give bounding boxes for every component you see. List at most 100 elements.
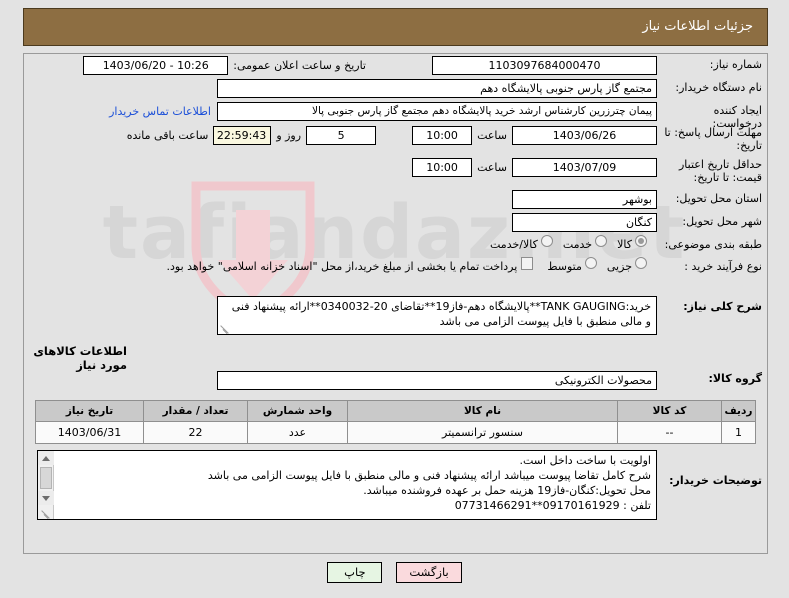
- response-deadline-date-input[interactable]: 1403/06/26: [512, 126, 657, 145]
- checkbox-islamic-treasury-bonds[interactable]: [521, 257, 534, 270]
- label-buyer-notes: توضیحات خریدار:: [669, 474, 762, 487]
- print-button[interactable]: چاپ: [327, 562, 383, 583]
- general-description-text: خرید:TANK GAUGING**پالایشگاه دهم-فاز19**…: [231, 300, 651, 328]
- price-validity-time-input[interactable]: 10:00: [412, 158, 473, 177]
- label-process-type: نوع فرآیند خرید :: [684, 260, 762, 273]
- buyer-notes-line-2: شرح کامل تقاضا پیوست میباشد ارائه پیشنها…: [207, 469, 651, 482]
- cell-need-date: 1403/06/31: [35, 421, 144, 444]
- field-buyer-org: مجتمع گاز پارس جنوبی پالایشگاه دهم: [24, 77, 657, 98]
- label-remaining: ساعت باقی مانده: [126, 129, 209, 142]
- buyer-notes-line-3: محل تحویل:کنگان-فاز19 هزینه حمل بر عهده …: [363, 484, 651, 497]
- label-need-number: شماره نیاز:: [709, 58, 762, 71]
- col-header-row-no: ردیف: [721, 400, 756, 422]
- label-general-description: شرح کلی نیاز:: [683, 300, 762, 313]
- need-number-input[interactable]: 1103097684000470: [432, 56, 657, 75]
- details-panel: شماره نیاز: 1103097684000470 تاریخ و ساع…: [23, 53, 768, 554]
- cell-qty: 22: [143, 421, 248, 444]
- notes-resize-grip-icon[interactable]: [40, 508, 50, 519]
- col-header-name: نام کالا: [347, 400, 618, 422]
- radio-classification-goods-service[interactable]: [540, 235, 553, 247]
- requester-input[interactable]: پیمان چترزرین کارشناس ارشد خرید پالایشگا…: [217, 102, 657, 121]
- table-row[interactable]: 1 -- سنسور ترانسمیتر عدد 22 1403/06/31: [35, 421, 756, 444]
- row-need-number: شماره نیاز: 1103097684000470 تاریخ و ساع…: [24, 54, 767, 77]
- cell-row-no: 1: [721, 421, 756, 444]
- label-days-separator: روز و: [276, 129, 302, 142]
- button-bar: بازگشت چاپ: [0, 562, 789, 583]
- row-goods-section-title: اطلاعات کالاهای مورد نیاز: [24, 344, 767, 372]
- label-classification: طبقه بندی موضوعی:: [664, 238, 762, 251]
- buyer-notes-line-4: تلفن : 09170161929**07731466291: [454, 499, 651, 512]
- row-buyer-notes: توضیحات خریدار: اولویت با ساخت داخل است.…: [24, 444, 767, 522]
- radio-process-minor[interactable]: [635, 257, 647, 269]
- field-classification: کالا خدمت کالا/خدمت: [24, 234, 657, 254]
- col-header-unit: واحد شمارش: [247, 400, 348, 422]
- field-buyer-notes: اولویت با ساخت داخل است. شرح کامل تقاضا …: [24, 448, 657, 520]
- goods-table-header-row: ردیف کد کالا نام کالا واحد شمارش تعداد /…: [35, 400, 756, 422]
- goods-group-input[interactable]: محصولات الکترونیکی: [217, 371, 657, 390]
- label-response-deadline: مهلت ارسال پاسخ: تا تاریخ:: [664, 126, 762, 152]
- radio-label-classification-goods: کالا: [617, 238, 632, 251]
- field-goods-group: محصولات الکترونیکی: [24, 368, 657, 390]
- label-buyer-org: نام دستگاه خریدار:: [675, 81, 762, 94]
- label-province: استان محل تحویل:: [675, 192, 762, 205]
- row-goods-group: گروه کالا: محصولات الکترونیکی: [24, 368, 767, 394]
- field-city: کنگان: [24, 211, 657, 232]
- label-deadline-time: ساعت: [477, 129, 507, 142]
- field-price-validity: 1403/07/09 ساعت 10:00: [24, 156, 657, 177]
- resize-grip-icon[interactable]: [219, 323, 229, 334]
- buyer-contact-link[interactable]: اطلاعات تماس خریدار: [103, 102, 217, 121]
- row-general-description: شرح کلی نیاز: خرید:TANK GAUGING**پالایشگ…: [24, 288, 767, 340]
- radio-classification-goods[interactable]: [635, 235, 647, 247]
- cell-code: --: [617, 421, 722, 444]
- page-title: جزئیات اطلاعات نیاز: [23, 8, 768, 46]
- col-header-need-date: تاریخ نیاز: [35, 400, 144, 422]
- label-validity-time: ساعت: [477, 161, 507, 174]
- label-city: شهر محل تحویل:: [682, 215, 762, 228]
- radio-label-process-minor: جزیی: [606, 260, 632, 273]
- buyer-org-input[interactable]: مجتمع گاز پارس جنوبی پالایشگاه دهم: [217, 79, 657, 98]
- row-city: شهر محل تحویل: کنگان: [24, 211, 767, 234]
- field-process-type: جزیی متوسط پرداخت تمام یا بخشی از مبلغ خ…: [24, 256, 657, 276]
- label-price-validity: حداقل تاریخ اعتبار قیمت: تا تاریخ:: [678, 158, 762, 184]
- cell-name: سنسور ترانسمیتر: [347, 421, 618, 444]
- field-general-description: خرید:TANK GAUGING**پالایشگاه دهم-فاز19**…: [24, 288, 657, 335]
- general-description-textarea[interactable]: خرید:TANK GAUGING**پالایشگاه دهم-فاز19**…: [217, 296, 657, 335]
- col-header-qty: تعداد / مقدار: [143, 400, 248, 422]
- checkbox-label-islamic-treasury-bonds: پرداخت تمام یا بخشی از مبلغ خرید،از محل …: [166, 260, 518, 273]
- label-public-announce: تاریخ و ساعت اعلان عمومی:: [233, 59, 366, 72]
- row-response-deadline: مهلت ارسال پاسخ: تا تاریخ: 1403/06/26 سا…: [24, 124, 767, 156]
- scroll-up-arrow-icon[interactable]: [38, 451, 54, 465]
- row-price-validity: حداقل تاریخ اعتبار قیمت: تا تاریخ: 1403/…: [24, 156, 767, 188]
- buyer-notes-line-1: اولویت با ساخت داخل است.: [519, 454, 652, 467]
- buyer-notes-textarea[interactable]: اولویت با ساخت داخل است. شرح کامل تقاضا …: [37, 450, 657, 520]
- row-buyer-org: نام دستگاه خریدار: مجتمع گاز پارس جنوبی …: [24, 77, 767, 100]
- field-need-number: 1103097684000470 تاریخ و ساعت اعلان عموم…: [24, 54, 657, 75]
- remaining-days-input: 5: [306, 126, 377, 145]
- scrollbar-thumb[interactable]: [40, 467, 52, 489]
- col-header-code: کد کالا: [617, 400, 722, 422]
- field-requester: پیمان چترزرین کارشناس ارشد خرید پالایشگا…: [24, 100, 657, 121]
- city-input[interactable]: کنگان: [512, 213, 657, 232]
- buyer-notes-content: اولویت با ساخت داخل است. شرح کامل تقاضا …: [58, 453, 651, 513]
- row-classification: طبقه بندی موضوعی: کالا خدمت کالا/خدمت: [24, 234, 767, 256]
- row-goods-table: ردیف کد کالا نام کالا واحد شمارش تعداد /…: [24, 394, 767, 444]
- goods-table: ردیف کد کالا نام کالا واحد شمارش تعداد /…: [35, 400, 756, 444]
- row-process-type: نوع فرآیند خرید : جزیی متوسط پرداخت تمام…: [24, 256, 767, 280]
- label-goods-group: گروه کالا:: [708, 372, 762, 385]
- radio-process-medium[interactable]: [584, 257, 597, 269]
- radio-label-classification-goods-service: کالا/خدمت: [490, 238, 538, 251]
- page-root: tafiandaz.net جزئیات اطلاعات نیاز شماره …: [0, 0, 789, 598]
- public-announce-input[interactable]: 10:26 - 1403/06/20: [83, 56, 229, 75]
- province-input[interactable]: بوشهر: [512, 190, 657, 209]
- field-response-deadline: 1403/06/26 ساعت 10:00 5 روز و 22:59:43 س…: [24, 124, 657, 145]
- back-button[interactable]: بازگشت: [396, 562, 462, 583]
- radio-label-classification-service: خدمت: [562, 238, 593, 251]
- radio-classification-service[interactable]: [595, 235, 608, 247]
- response-deadline-time-input[interactable]: 10:00: [412, 126, 473, 145]
- price-validity-date-input[interactable]: 1403/07/09: [512, 158, 657, 177]
- cell-unit: عدد: [247, 421, 348, 444]
- row-province: استان محل تحویل: بوشهر: [24, 188, 767, 211]
- scroll-down-arrow-icon[interactable]: [38, 491, 54, 505]
- countdown-timer: 22:59:43: [213, 126, 272, 145]
- row-requester: ایجاد کننده درخواست: پیمان چترزرین کارشن…: [24, 100, 767, 130]
